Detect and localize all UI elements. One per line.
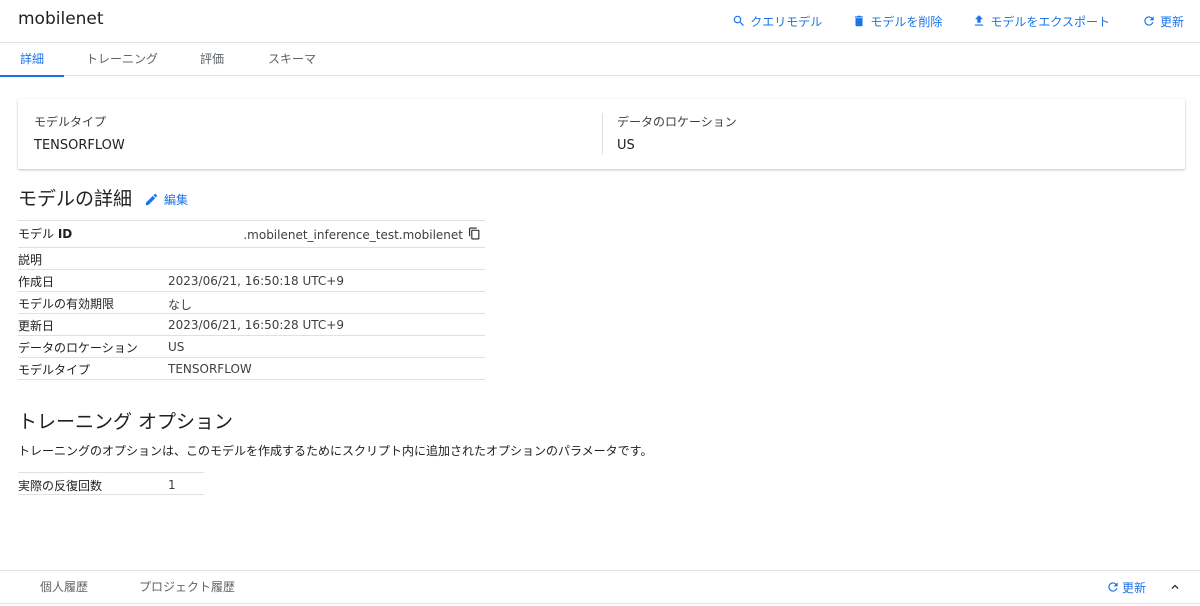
row-value: 2023/06/21, 16:50:18 UTC+9 xyxy=(168,274,344,288)
row-key: 実際の反復回数 xyxy=(18,479,103,493)
edit-label: 編集 xyxy=(164,193,189,207)
table-row: モデルタイプ TENSORFLOW xyxy=(18,358,485,380)
tab-training[interactable]: トレーニング xyxy=(86,43,158,76)
edit-button[interactable]: 編集 xyxy=(144,191,188,208)
model-summary-card: モデルタイプ TENSORFLOW データのロケーション US xyxy=(18,99,1185,169)
location-summary: データのロケーション US xyxy=(617,113,737,153)
chevron-up-icon[interactable] xyxy=(1168,580,1182,594)
row-key: モデルの有効期限 xyxy=(18,297,115,311)
delete-model-button[interactable]: モデルを削除 xyxy=(852,13,942,30)
model-id-key-text: モデル xyxy=(18,227,55,241)
model-id-value: .mobilenet_inference_test.mobilenet xyxy=(243,228,463,242)
history-panel-bar: 個人履歴 プロジェクト履歴 更新 xyxy=(0,570,1200,604)
copy-icon[interactable] xyxy=(468,227,481,240)
model-details-table: モデル ID .mobilenet_inference_test.mobilen… xyxy=(18,220,485,380)
tab-schema[interactable]: スキーマ xyxy=(268,43,316,76)
training-options-description: トレーニングのオプションは、このモデルを作成するためにスクリプト内に追加されたオ… xyxy=(18,444,653,458)
refresh-icon xyxy=(1108,582,1118,592)
query-model-button[interactable]: クエリモデル xyxy=(732,13,822,30)
history-refresh-label: 更新 xyxy=(1121,580,1146,595)
table-row: 更新日 2023/06/21, 16:50:28 UTC+9 xyxy=(18,314,485,336)
model-type-value: TENSORFLOW xyxy=(34,138,125,153)
delete-model-label: モデルを削除 xyxy=(870,14,943,29)
history-refresh-button[interactable]: 更新 xyxy=(1106,571,1146,603)
table-row-model-id: モデル ID .mobilenet_inference_test.mobilen… xyxy=(18,221,485,248)
model-type-label: モデルタイプ xyxy=(34,115,107,129)
export-model-label: モデルをエクスポート xyxy=(990,14,1110,29)
card-divider xyxy=(602,113,603,155)
model-id-key-bold: ID xyxy=(57,227,73,241)
table-row: モデルの有効期限 なし xyxy=(18,292,485,314)
row-key: 更新日 xyxy=(18,319,55,333)
table-row: データのロケーション US xyxy=(18,336,485,358)
model-id-key: モデル ID xyxy=(18,225,72,242)
search-icon xyxy=(734,15,745,26)
tab-details[interactable]: 詳細 xyxy=(0,43,64,77)
refresh-button[interactable]: 更新 xyxy=(1142,13,1184,30)
page-title: mobilenet xyxy=(18,9,104,29)
tab-personal-history[interactable]: 個人履歴 xyxy=(40,571,88,605)
model-details-title: モデルの詳細 xyxy=(18,188,133,210)
row-key: 説明 xyxy=(18,253,43,267)
row-value: 1 xyxy=(168,478,176,492)
query-model-label: クエリモデル xyxy=(750,14,823,29)
refresh-label: 更新 xyxy=(1159,14,1184,29)
row-key: 作成日 xyxy=(18,275,55,289)
row-value: US xyxy=(168,340,185,354)
row-key: データのロケーション xyxy=(18,341,138,355)
tab-project-history[interactable]: プロジェクト履歴 xyxy=(139,571,235,605)
model-type-summary: モデルタイプ TENSORFLOW xyxy=(34,113,125,153)
table-row: 作成日 2023/06/21, 16:50:18 UTC+9 xyxy=(18,270,485,292)
row-value: 2023/06/21, 16:50:28 UTC+9 xyxy=(168,318,344,332)
training-options-title: トレーニング オプション xyxy=(18,411,234,433)
header-actions: クエリモデル モデルを削除 モデルをエクスポート 更新 xyxy=(702,0,1184,42)
row-value: TENSORFLOW xyxy=(168,362,252,376)
location-value: US xyxy=(617,138,635,153)
upload-icon xyxy=(975,15,984,26)
tab-bar: 詳細 トレーニング 評価 スキーマ xyxy=(0,42,1200,77)
trash-icon xyxy=(855,15,864,27)
tab-evaluation[interactable]: 評価 xyxy=(200,43,224,76)
location-label: データのロケーション xyxy=(617,115,737,129)
row-value: なし xyxy=(168,298,193,312)
table-row: 実際の反復回数 1 xyxy=(18,473,204,495)
table-row: 説明 xyxy=(18,248,485,270)
page-header: mobilenet クエリモデル モデルを削除 モデルをエクスポート 更新 xyxy=(0,0,1200,42)
row-key: モデルタイプ xyxy=(18,363,91,377)
pencil-icon xyxy=(145,193,158,206)
refresh-icon xyxy=(1144,16,1154,26)
export-model-button[interactable]: モデルをエクスポート xyxy=(972,13,1110,30)
training-options-table: 実際の反復回数 1 xyxy=(18,472,204,495)
